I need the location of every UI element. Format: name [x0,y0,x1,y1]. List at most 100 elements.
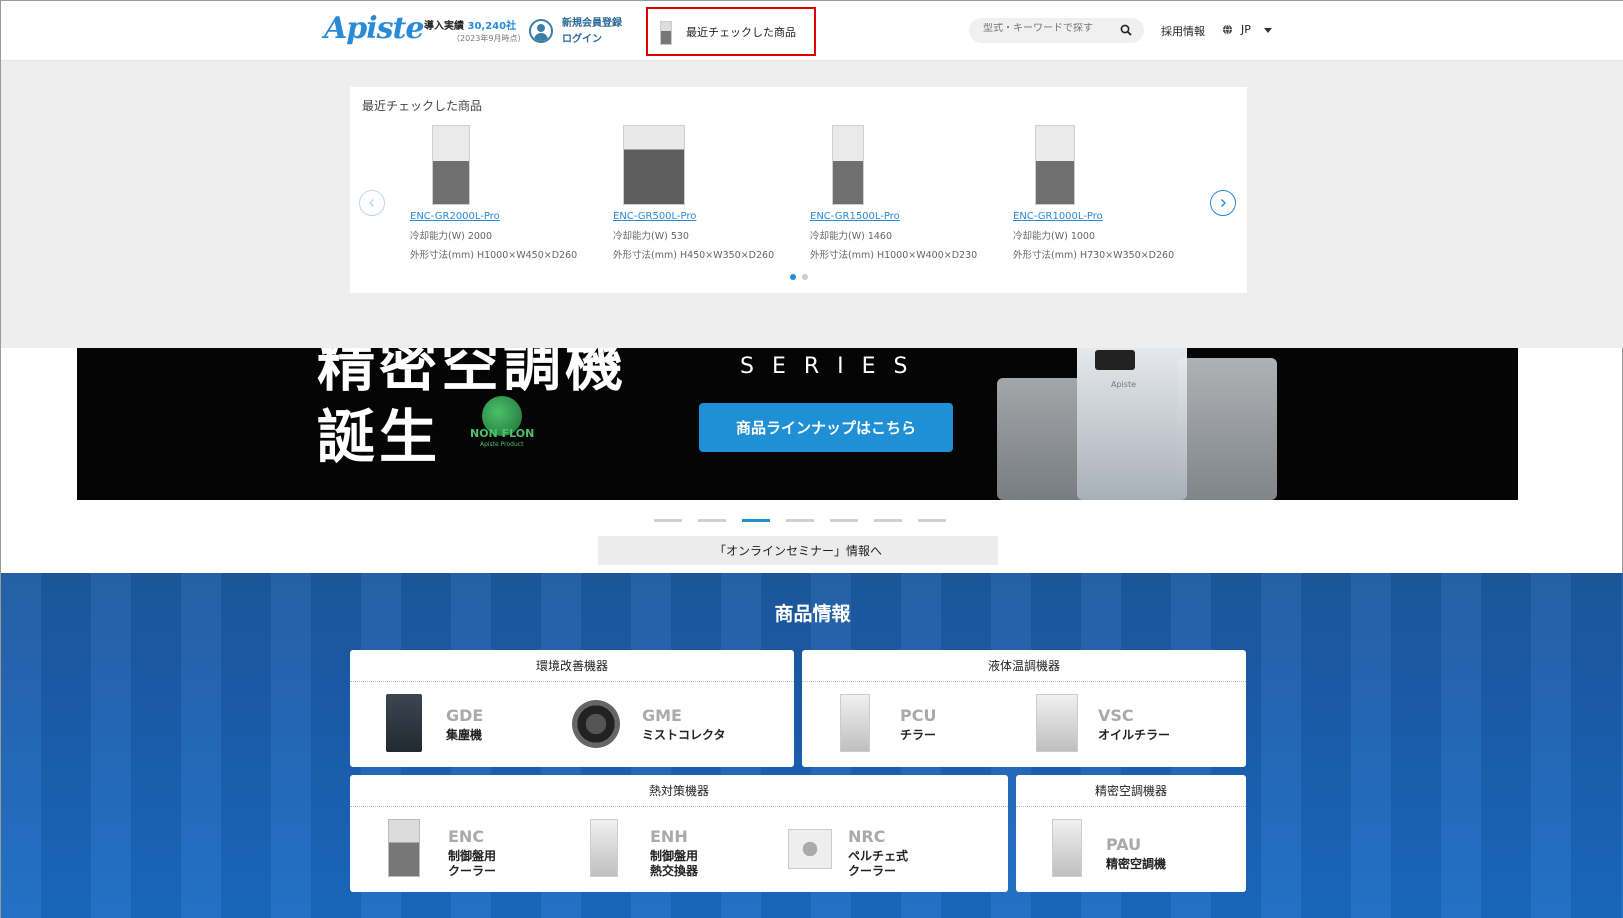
product-lineup-button[interactable]: 商品ラインナップはこちら [699,403,953,452]
product-dimension-spec: 外形寸法(mm) H450×W350×D260 [613,250,775,261]
product-item-pau[interactable]: PAU 精密空調機 [1052,819,1252,879]
product-image [832,125,864,205]
recent-panel-title: 最近チェックした商品 [362,99,483,113]
carousel-prev-button[interactable] [359,190,385,216]
category-title[interactable]: 精密空調機器 [1016,775,1246,807]
mist-collector-image [572,700,620,748]
hero-headline: 誕生 [317,403,442,471]
product-photo [1177,358,1277,500]
product-code: GME [642,706,682,725]
recent-products-button-label: 最近チェックした商品 [686,26,796,39]
category-title[interactable]: 熱対策機器 [350,775,1008,807]
peltier-cooler-image [788,829,832,869]
product-cooling-spec: 冷却能力(W) 1000 [1013,231,1096,242]
recent-products-button[interactable]: 最近チェックした商品 [646,7,816,56]
product-name: 精密空調機 [1106,857,1167,871]
recruit-link[interactable]: 採用情報 [1161,23,1205,39]
product-name-link[interactable]: ENC-GR2000L-Pro [410,211,610,222]
product-item-vsc[interactable]: VSC オイルチラー [1036,694,1236,754]
product-image [1035,125,1075,205]
product-photo: Apiste [1077,348,1187,500]
product-cooling-spec: 冷却能力(W) 2000 [410,231,493,242]
product-name: 制御盤用 熱交換器 [650,849,699,878]
product-item-nrc[interactable]: NRC ペルチェ式 クーラー [788,819,988,879]
chevron-right-icon [1221,199,1226,207]
control-panel [1095,350,1135,370]
site-header: Apiste 導入実績 30,240社 （2023年9月時点） 新規会員登録 ロ… [1,1,1623,61]
recent-products-overlay: 最近チェックした商品 ENC-GR2000L-Pro 冷却能力(W) 2000 … [1,61,1623,348]
recent-product-thumbnail [660,21,672,45]
globe-icon [1222,24,1233,35]
dust-collector-image [386,694,422,752]
pagination-dot[interactable] [802,274,808,280]
product-name-link[interactable]: ENC-GR1000L-Pro [1013,211,1213,222]
carousel-next-button[interactable] [1210,190,1236,216]
chevron-down-icon[interactable] [1264,28,1272,33]
enclosure-cooler-image [388,819,420,877]
category-environment: 環境改善機器 GDE 集塵機 GME ミストコレクタ [350,650,794,767]
slide-indicator[interactable] [830,519,858,522]
search-icon[interactable] [1120,24,1132,36]
product-name: 制御盤用 クーラー [448,849,497,878]
adoption-stats: 導入実績 30,240社 （2023年9月時点） [424,17,525,44]
product-item-enh[interactable]: ENH 制御盤用 熱交換器 [590,819,790,879]
recent-product-card[interactable]: ENC-GR500L-Pro 冷却能力(W) 530 外形寸法(mm) H450… [613,125,813,261]
product-code: ENC [448,827,485,846]
product-item-gme[interactable]: GME ミストコレクタ [572,694,772,754]
recent-product-card[interactable]: ENC-GR1500L-Pro 冷却能力(W) 1460 外形寸法(mm) H1… [810,125,1010,261]
product-name: 集塵機 [446,728,483,742]
non-flon-label: NON FLON [470,427,535,440]
category-liquid-temperature: 液体温調機器 PCU チラー VSC オイルチラー [802,650,1246,767]
product-code: GDE [446,706,484,725]
stats-label: 導入実績 [424,21,464,32]
product-name-link[interactable]: ENC-GR1500L-Pro [810,211,1010,222]
slide-indicator[interactable] [698,519,726,522]
login-link[interactable]: ログイン [562,32,622,48]
product-code: PAU [1106,835,1142,854]
carousel-pagination [790,274,808,280]
product-name: ペルチェ式 クーラー [848,849,909,878]
product-info-title: 商品情報 [774,603,851,625]
slide-indicator[interactable] [786,519,814,522]
member-links: 新規会員登録 ログイン [562,16,622,48]
user-icon[interactable] [529,19,553,43]
chevron-left-icon [369,199,374,207]
product-dimension-spec: 外形寸法(mm) H1000×W400×D230 [810,250,978,261]
product-name-link[interactable]: ENC-GR500L-Pro [613,211,813,222]
member-register-link[interactable]: 新規会員登録 [562,16,622,32]
recent-product-card[interactable]: ENC-GR1000L-Pro 冷却能力(W) 1000 外形寸法(mm) H7… [1013,125,1213,261]
product-code: ENH [650,827,688,846]
series-label: SERIES [740,354,926,379]
recent-products-panel: 最近チェックした商品 ENC-GR2000L-Pro 冷却能力(W) 2000 … [350,87,1247,293]
apiste-logo[interactable]: Apiste [324,11,424,46]
product-item-gde[interactable]: GDE 集塵機 [386,694,586,754]
hero-slide-indicators [654,519,946,522]
online-seminar-link[interactable]: 「オンラインセミナー」情報へ [598,536,998,565]
slide-indicator[interactable] [918,519,946,522]
category-title[interactable]: 液体温調機器 [802,650,1246,682]
product-item-enc[interactable]: ENC 制御盤用 クーラー [388,819,588,879]
recent-product-card[interactable]: ENC-GR2000L-Pro 冷却能力(W) 2000 外形寸法(mm) H1… [410,125,610,261]
search-input[interactable] [983,23,1113,34]
category-precision-ac: 精密空調機器 PAU 精密空調機 [1016,775,1246,892]
pagination-dot[interactable] [790,274,796,280]
slide-indicator[interactable] [742,519,770,522]
product-image [432,125,470,205]
precision-ac-image [1052,819,1082,877]
product-name: ミストコレクタ [642,728,726,742]
stats-count: 30,240社 [467,21,517,32]
language-selector[interactable]: JP [1241,23,1251,36]
slide-indicator[interactable] [654,519,682,522]
product-cooling-spec: 冷却能力(W) 1460 [810,231,893,242]
apiste-product-label: Apiste Product [480,441,524,448]
product-item-pcu[interactable]: PCU チラー [840,694,1040,754]
product-cooling-spec: 冷却能力(W) 530 [613,231,689,242]
slide-indicator[interactable] [874,519,902,522]
category-title[interactable]: 環境改善機器 [350,650,794,682]
product-name: オイルチラー [1098,728,1171,742]
stats-note: （2023年9月時点） [452,34,526,43]
product-dimension-spec: 外形寸法(mm) H730×W350×D260 [1013,250,1175,261]
product-code: PCU [900,706,937,725]
search-box [969,18,1144,43]
category-thermal-control: 熱対策機器 ENC 制御盤用 クーラー ENH 制御盤用 熱交換器 NRC ペルチェ… [350,775,1008,892]
